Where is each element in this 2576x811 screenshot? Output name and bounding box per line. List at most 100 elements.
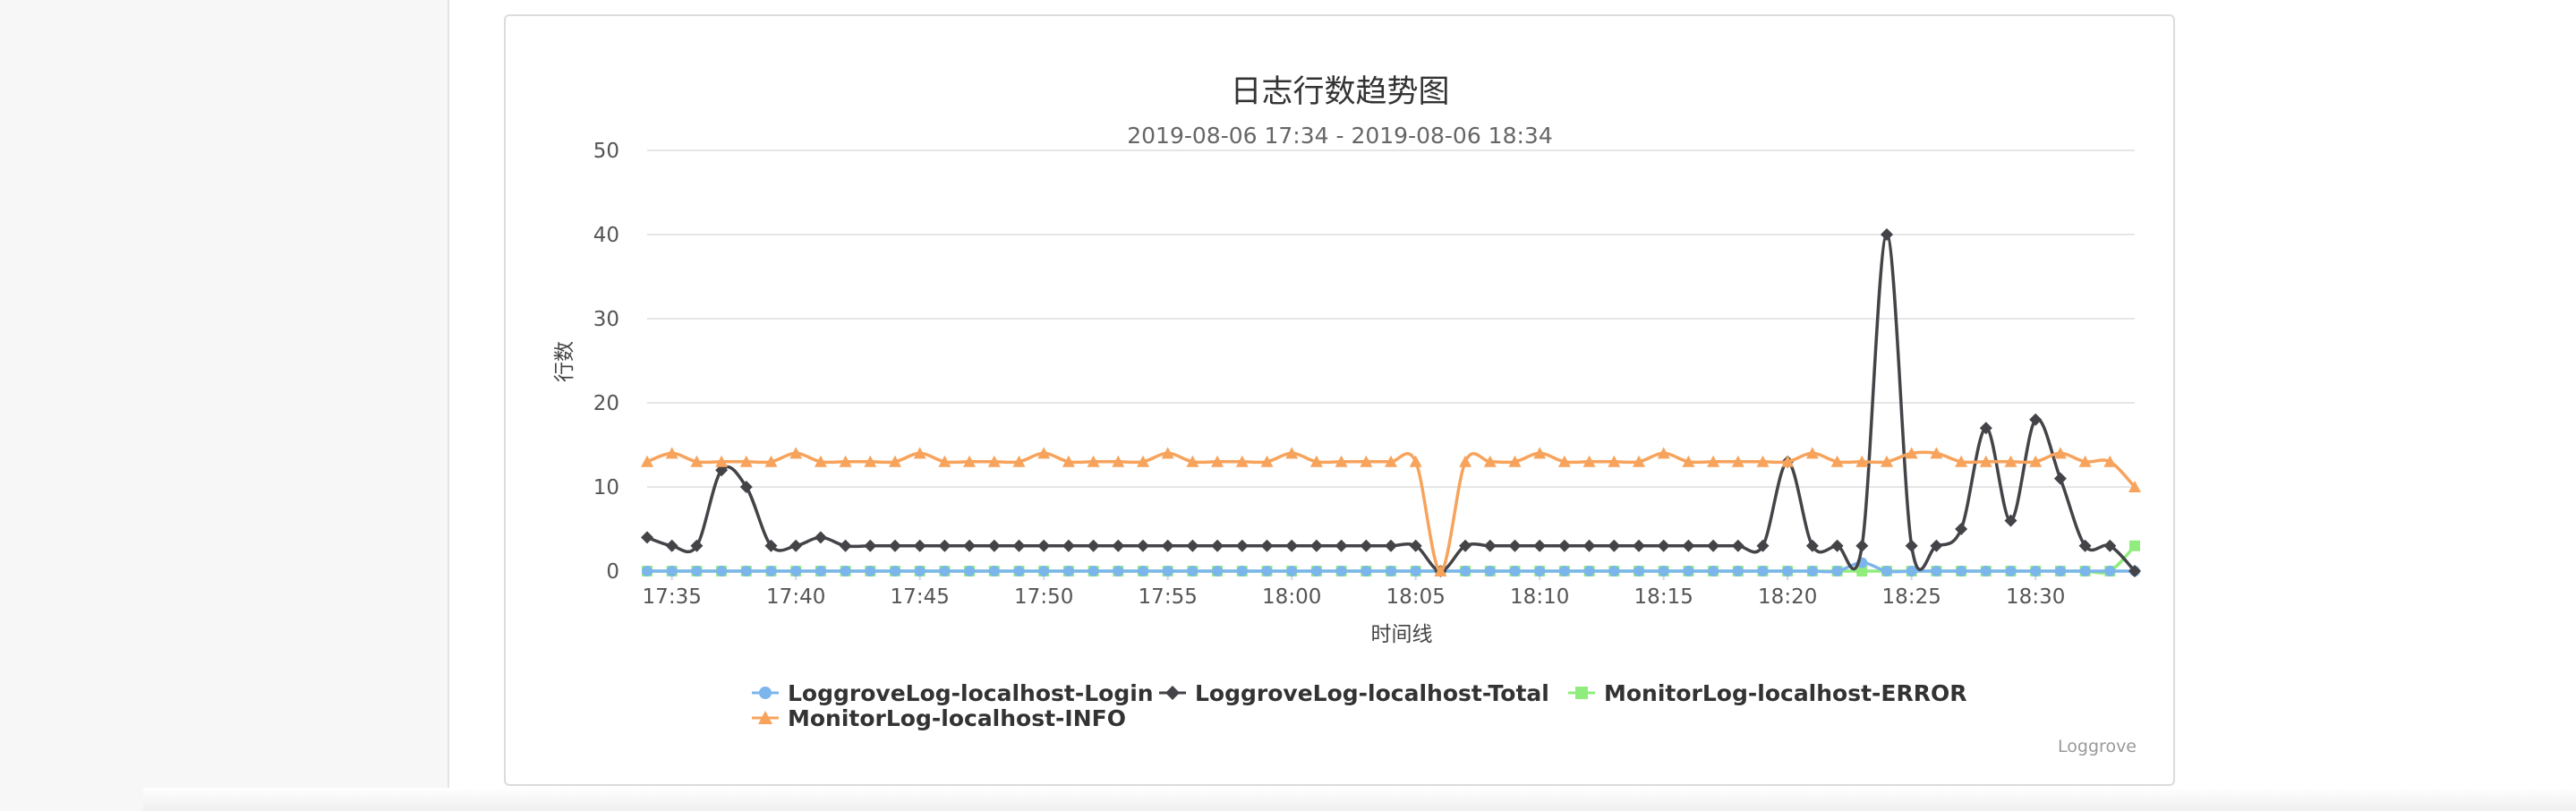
data-point[interactable] [1558, 566, 1570, 576]
data-point[interactable] [913, 539, 926, 552]
data-point[interactable] [1509, 566, 1521, 576]
data-point[interactable] [691, 566, 703, 576]
data-point[interactable] [765, 566, 777, 576]
data-point[interactable] [642, 566, 653, 576]
data-point[interactable] [963, 539, 977, 552]
data-point[interactable] [1162, 566, 1173, 576]
data-point[interactable] [1138, 566, 1148, 576]
data-point[interactable] [1731, 539, 1744, 552]
data-point[interactable] [1113, 566, 1124, 576]
data-point[interactable] [1633, 566, 1644, 576]
data-point[interactable] [839, 539, 852, 552]
legend-item[interactable]: MonitorLog-localhost-ERROR [1568, 680, 1967, 706]
data-point[interactable] [939, 566, 951, 576]
data-point[interactable] [1236, 566, 1248, 576]
data-point[interactable] [1260, 539, 1274, 552]
data-point[interactable] [1038, 566, 1050, 576]
data-point[interactable] [641, 531, 653, 544]
data-point[interactable] [865, 566, 876, 576]
data-point[interactable] [1087, 539, 1100, 552]
data-point[interactable] [2129, 540, 2140, 551]
data-point[interactable] [1309, 539, 1323, 552]
data-point[interactable] [1557, 539, 1571, 552]
data-point[interactable] [1385, 539, 1397, 552]
legend-item[interactable]: LoggroveLog-localhost-Total [1159, 680, 1549, 706]
data-point[interactable] [1013, 566, 1025, 576]
data-point[interactable] [1980, 566, 1992, 576]
legend-marker[interactable] [759, 687, 772, 699]
data-point[interactable] [1583, 566, 1595, 576]
data-point[interactable] [1187, 566, 1198, 576]
data-point[interactable] [938, 539, 951, 552]
data-point[interactable] [1361, 566, 1372, 576]
data-point[interactable] [1905, 539, 1918, 552]
data-point[interactable] [2079, 566, 2091, 576]
legend-marker[interactable] [1165, 686, 1180, 700]
data-point[interactable] [740, 566, 752, 576]
data-point[interactable] [1360, 539, 1373, 552]
data-point[interactable] [1658, 566, 1669, 576]
data-point[interactable] [988, 566, 1000, 576]
data-point[interactable] [1608, 566, 1620, 576]
data-point[interactable] [1386, 566, 1396, 576]
data-point[interactable] [1533, 539, 1547, 552]
legend-item[interactable]: MonitorLog-localhost-INFO [752, 705, 1126, 731]
data-point[interactable] [666, 566, 678, 576]
data-point[interactable] [1335, 539, 1348, 552]
data-point[interactable] [1285, 539, 1299, 552]
data-point[interactable] [1732, 566, 1744, 576]
data-point[interactable] [987, 539, 1001, 552]
data-point[interactable] [1582, 539, 1596, 552]
data-point[interactable] [1707, 539, 1720, 552]
data-point[interactable] [1212, 566, 1224, 576]
data-point[interactable] [1483, 539, 1497, 552]
data-point[interactable] [1806, 566, 1818, 576]
data-point[interactable] [914, 566, 925, 576]
data-point[interactable] [1186, 539, 1199, 552]
data-point[interactable] [1608, 539, 1621, 552]
legend-item[interactable]: LoggroveLog-localhost-Login [752, 680, 1154, 706]
data-point[interactable] [1012, 539, 1026, 552]
data-point[interactable] [1088, 566, 1099, 576]
legend-marker[interactable] [1575, 687, 1588, 699]
data-point[interactable] [2104, 566, 2116, 576]
data-point[interactable] [1310, 566, 1322, 576]
data-point[interactable] [2029, 413, 2043, 426]
data-point[interactable] [1062, 539, 1075, 552]
data-point[interactable] [1881, 228, 1893, 241]
data-point[interactable] [790, 566, 802, 576]
data-point[interactable] [815, 566, 826, 576]
data-point[interactable] [1460, 566, 1471, 576]
data-point[interactable] [1683, 566, 1694, 576]
data-point[interactable] [1211, 539, 1224, 552]
data-point[interactable] [1508, 539, 1522, 552]
data-point[interactable] [1062, 566, 1074, 576]
data-point[interactable] [889, 539, 901, 552]
data-point[interactable] [1235, 539, 1249, 552]
chart-credits[interactable]: Loggrove [2058, 737, 2137, 756]
data-point[interactable] [864, 539, 877, 552]
data-point[interactable] [1708, 566, 1719, 576]
data-point[interactable] [1657, 539, 1670, 552]
data-point[interactable] [840, 566, 851, 576]
data-point[interactable] [1955, 523, 1968, 535]
data-point[interactable] [1682, 539, 1695, 552]
data-point[interactable] [890, 566, 900, 576]
data-point[interactable] [789, 539, 803, 552]
data-point[interactable] [2005, 566, 2017, 576]
data-point[interactable] [1484, 566, 1496, 576]
data-point[interactable] [1534, 566, 1546, 576]
data-point[interactable] [1881, 566, 1892, 576]
data-point[interactable] [1137, 539, 1149, 552]
data-point[interactable] [964, 566, 976, 576]
data-point[interactable] [1286, 566, 1298, 576]
data-point[interactable] [2054, 566, 2066, 576]
data-point[interactable] [1855, 539, 1869, 552]
data-point[interactable] [1037, 539, 1051, 552]
data-point[interactable] [1956, 566, 1967, 576]
data-point[interactable] [1261, 566, 1273, 576]
data-point[interactable] [1112, 539, 1125, 552]
data-point[interactable] [1931, 566, 1942, 576]
data-point[interactable] [1831, 566, 1843, 576]
data-point[interactable] [1757, 566, 1769, 576]
